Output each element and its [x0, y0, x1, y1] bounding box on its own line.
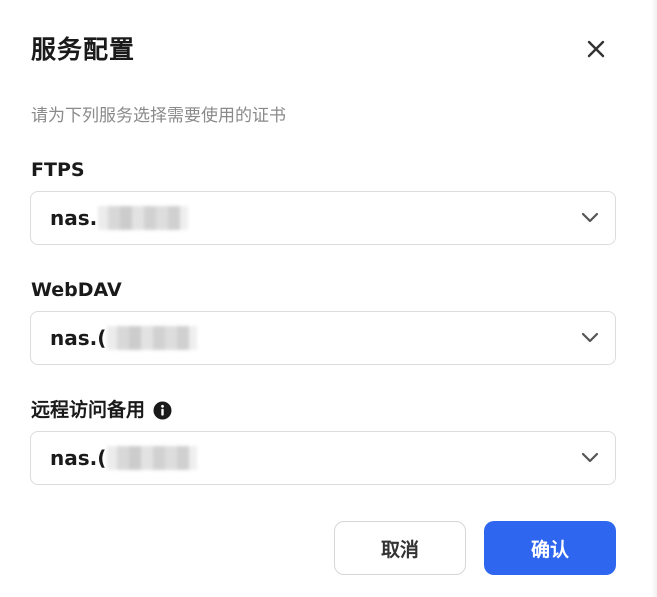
webdav-certificate-select[interactable]: nas.(: [30, 311, 616, 365]
info-icon[interactable]: [153, 401, 172, 420]
webdav-label-text: WebDAV: [31, 279, 122, 301]
chevron-down-icon: [579, 327, 601, 349]
service-config-dialog: 服务配置 请为下列服务选择需要使用的证书 FTPS nas. WebDAV na…: [0, 0, 657, 597]
ftps-selected-value: nas.: [50, 206, 98, 230]
redacted-area: [107, 326, 198, 350]
dialog-subtitle: 请为下列服务选择需要使用的证书: [31, 106, 286, 126]
webdav-selected-value: nas.(: [50, 326, 107, 350]
ftps-certificate-select[interactable]: nas.: [30, 191, 616, 245]
confirm-button[interactable]: 确认: [484, 521, 616, 575]
cancel-button[interactable]: 取消: [334, 521, 466, 575]
remote-access-label: 远程访问备用: [31, 396, 172, 424]
dialog-title: 服务配置: [31, 35, 136, 64]
redacted-area: [107, 446, 198, 470]
redacted-area: [98, 206, 189, 230]
dialog-edge-shadow: [651, 0, 657, 597]
remote-access-certificate-select[interactable]: nas.(: [30, 431, 616, 485]
remote-access-selected-value: nas.(: [50, 446, 107, 470]
chevron-down-icon: [579, 207, 601, 229]
chevron-down-icon: [579, 447, 601, 469]
close-icon: [587, 40, 605, 58]
ftps-label: FTPS: [31, 156, 85, 184]
remote-access-label-text: 远程访问备用: [31, 399, 146, 421]
close-button[interactable]: [580, 33, 612, 65]
webdav-label: WebDAV: [31, 276, 122, 304]
ftps-label-text: FTPS: [31, 159, 85, 181]
